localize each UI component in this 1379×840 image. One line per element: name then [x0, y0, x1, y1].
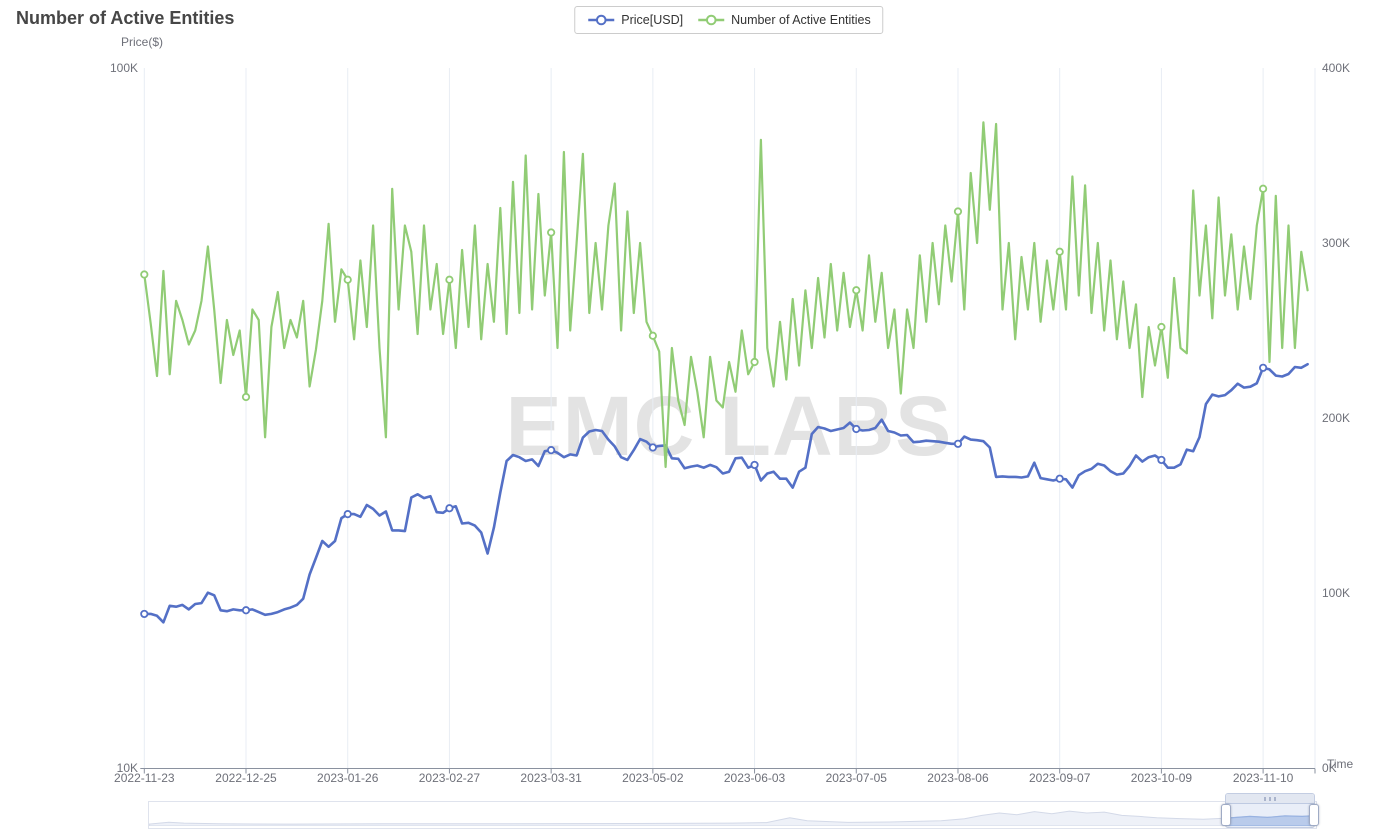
price-point-marker[interactable]	[243, 607, 249, 613]
data-zoom-overview-chart	[149, 802, 1314, 826]
x-axis-tick-label: 2023-06-03	[713, 771, 797, 785]
x-axis-tick-label: 2023-07-05	[814, 771, 898, 785]
data-zoom-selected-range	[1226, 803, 1314, 827]
data-zoom-slider[interactable]	[148, 801, 1317, 829]
data-zoom-window[interactable]	[1225, 793, 1315, 828]
x-axis-tick-label: 2023-11-10	[1221, 771, 1305, 785]
x-axis-tick-label: 2023-08-06	[916, 771, 1000, 785]
price-point-marker[interactable]	[1260, 365, 1266, 371]
right-axis-tick-label: 400K	[1322, 61, 1350, 75]
price-point-marker[interactable]	[650, 444, 656, 450]
entities-point-marker[interactable]	[141, 271, 147, 277]
x-axis-tick-label: 2023-05-02	[611, 771, 695, 785]
x-axis-tick-label: 2022-11-23	[102, 771, 186, 785]
entities-point-marker[interactable]	[853, 287, 859, 293]
chart-root: Number of Active Entities Price[USD] Num…	[0, 0, 1379, 840]
x-axis-tick-label: 2023-03-31	[509, 771, 593, 785]
x-axis-tick-label: 2023-01-26	[306, 771, 390, 785]
x-axis-name: Time	[1327, 757, 1353, 771]
right-axis-tick-label: 200K	[1322, 411, 1350, 425]
price-point-marker[interactable]	[1056, 475, 1062, 481]
entities-point-marker[interactable]	[345, 277, 351, 283]
price-point-marker[interactable]	[1158, 457, 1164, 463]
entities-point-marker[interactable]	[955, 208, 961, 214]
entities-line[interactable]	[144, 122, 1307, 467]
price-line[interactable]	[144, 364, 1307, 622]
entities-point-marker[interactable]	[1158, 324, 1164, 330]
price-point-marker[interactable]	[751, 462, 757, 468]
entities-point-marker[interactable]	[548, 229, 554, 235]
entities-point-marker[interactable]	[650, 333, 656, 339]
price-point-marker[interactable]	[446, 505, 452, 511]
entities-point-marker[interactable]	[1260, 186, 1266, 192]
price-point-marker[interactable]	[955, 441, 961, 447]
right-axis-tick-label: 100K	[1322, 586, 1350, 600]
entities-point-marker[interactable]	[751, 359, 757, 365]
x-axis-tick-label: 2023-09-07	[1018, 771, 1102, 785]
entities-point-marker[interactable]	[446, 277, 452, 283]
left-axis-tick-label: 100K	[104, 61, 138, 75]
x-axis-tick-label: 2023-10-09	[1119, 771, 1203, 785]
price-point-marker[interactable]	[548, 447, 554, 453]
x-axis-tick-label: 2023-02-27	[407, 771, 491, 785]
price-point-marker[interactable]	[141, 611, 147, 617]
entities-point-marker[interactable]	[1056, 249, 1062, 255]
x-axis-tick-label: 2022-12-25	[204, 771, 288, 785]
plot-area	[0, 0, 1379, 840]
price-point-marker[interactable]	[853, 426, 859, 432]
price-point-marker[interactable]	[345, 511, 351, 517]
drag-grip-icon	[1264, 797, 1276, 801]
data-zoom-right-handle[interactable]	[1309, 804, 1319, 826]
overview-area	[149, 811, 1314, 826]
entities-point-marker[interactable]	[243, 394, 249, 400]
right-axis-tick-label: 300K	[1322, 236, 1350, 250]
data-zoom-left-handle[interactable]	[1221, 804, 1231, 826]
